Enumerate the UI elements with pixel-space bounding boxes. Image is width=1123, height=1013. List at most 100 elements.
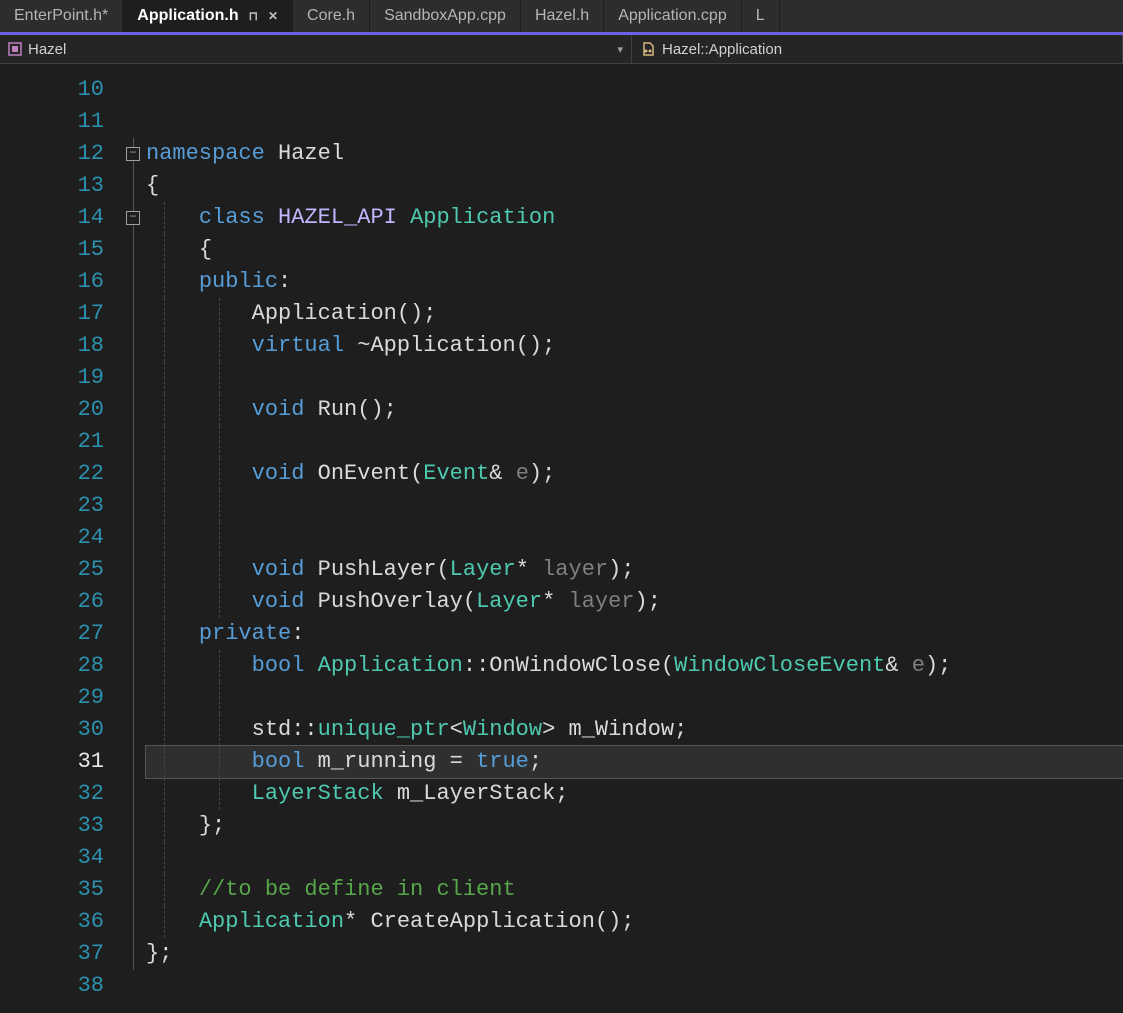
token-id: Run — [318, 397, 358, 422]
tab-enterpoint-h-[interactable]: EnterPoint.h* — [0, 0, 123, 32]
fold-cell — [120, 458, 146, 490]
line-number: 29 — [0, 682, 104, 714]
code-area[interactable]: namespace Hazel{ class HAZEL_API Applica… — [146, 64, 1123, 1013]
line-number: 37 — [0, 938, 104, 970]
token-type: Application — [199, 909, 344, 934]
tab-label: SandboxApp.cpp — [384, 7, 506, 25]
code-line[interactable] — [146, 522, 1123, 554]
code-line[interactable]: std::unique_ptr<Window> m_Window; — [146, 714, 1123, 746]
code-line[interactable]: Application(); — [146, 298, 1123, 330]
code-line[interactable] — [146, 970, 1123, 1002]
token-dim: layer — [542, 557, 608, 582]
code-line[interactable] — [146, 362, 1123, 394]
fold-toggle-icon[interactable]: − — [126, 147, 140, 161]
tab-hazel-h[interactable]: Hazel.h — [521, 0, 604, 32]
code-line[interactable]: class HAZEL_API Application — [146, 202, 1123, 234]
scope-namespace-dropdown[interactable]: Hazel ▾ — [0, 35, 632, 63]
token-id: PushOverlay — [318, 589, 463, 614]
code-line[interactable]: void PushLayer(Layer* layer); — [146, 554, 1123, 586]
code-line[interactable]: //to be define in client — [146, 874, 1123, 906]
line-number: 17 — [0, 298, 104, 330]
indent-guide — [164, 458, 165, 490]
close-icon[interactable]: ✕ — [268, 9, 278, 23]
fold-cell[interactable]: − — [120, 138, 146, 170]
fold-cell — [120, 618, 146, 650]
code-line[interactable]: Application* CreateApplication(); — [146, 906, 1123, 938]
token-dim: e — [516, 461, 529, 486]
fold-cell — [120, 426, 146, 458]
line-number: 15 — [0, 234, 104, 266]
token-punc: & — [489, 461, 515, 486]
token-id: m_Window — [569, 717, 675, 742]
token-id: Application — [252, 301, 397, 326]
token-punc — [304, 589, 317, 614]
code-line[interactable] — [146, 842, 1123, 874]
code-line[interactable]: void PushOverlay(Layer* layer); — [146, 586, 1123, 618]
tab-sandboxapp-cpp[interactable]: SandboxApp.cpp — [370, 0, 521, 32]
fold-column[interactable]: −− — [120, 64, 146, 1013]
fold-cell — [120, 906, 146, 938]
indent-guide — [164, 202, 165, 234]
code-line[interactable]: }; — [146, 938, 1123, 970]
code-line[interactable]: }; — [146, 810, 1123, 842]
indent-guide — [219, 298, 220, 330]
token-punc — [265, 205, 278, 230]
token-kw: void — [252, 461, 305, 486]
fold-cell — [120, 394, 146, 426]
indent-guide — [164, 586, 165, 618]
fold-cell — [120, 714, 146, 746]
token-id: Application — [370, 333, 515, 358]
code-line[interactable] — [146, 106, 1123, 138]
fold-toggle-icon[interactable]: − — [126, 211, 140, 225]
line-number: 26 — [0, 586, 104, 618]
fold-cell — [120, 938, 146, 970]
code-line[interactable]: LayerStack m_LayerStack; — [146, 778, 1123, 810]
tab-label: Core.h — [307, 7, 355, 25]
scope-class-dropdown[interactable]: Hazel::Application — [632, 35, 1123, 63]
code-line[interactable]: bool Application::OnWindowClose(WindowCl… — [146, 650, 1123, 682]
indent-guide — [219, 650, 220, 682]
token-punc: ( — [463, 589, 476, 614]
indent-guide — [219, 746, 220, 778]
code-editor[interactable]: 1011121314151617181920212223242526272829… — [0, 64, 1123, 1013]
code-line[interactable]: private: — [146, 618, 1123, 650]
token-punc: (); — [397, 301, 437, 326]
indent-guide — [219, 682, 220, 714]
token-punc — [304, 461, 317, 486]
token-id: OnWindowClose — [489, 653, 661, 678]
pin-icon[interactable]: ⊓ — [249, 9, 258, 23]
code-line[interactable]: virtual ~Application(); — [146, 330, 1123, 362]
line-number: 22 — [0, 458, 104, 490]
tab-application-cpp[interactable]: Application.cpp — [604, 0, 742, 32]
token-type: Window — [463, 717, 542, 742]
code-line[interactable] — [146, 490, 1123, 522]
code-line[interactable]: void OnEvent(Event& e); — [146, 458, 1123, 490]
token-punc: (); — [595, 909, 635, 934]
line-number: 24 — [0, 522, 104, 554]
tab-application-h[interactable]: Application.h⊓✕ — [123, 0, 293, 32]
indent-guide — [164, 554, 165, 586]
token-type: WindowCloseEvent — [674, 653, 885, 678]
line-number: 32 — [0, 778, 104, 810]
code-line[interactable]: { — [146, 234, 1123, 266]
fold-cell[interactable]: − — [120, 202, 146, 234]
token-kw: namespace — [146, 141, 265, 166]
token-id: std — [252, 717, 292, 742]
indent-guide — [164, 330, 165, 362]
code-line[interactable]: public: — [146, 266, 1123, 298]
code-line[interactable]: namespace Hazel — [146, 138, 1123, 170]
indent-guide — [164, 266, 165, 298]
code-line[interactable]: void Run(); — [146, 394, 1123, 426]
code-line[interactable]: { — [146, 170, 1123, 202]
fold-cell — [120, 266, 146, 298]
scope-bar: Hazel ▾ Hazel::Application — [0, 35, 1123, 64]
code-line[interactable] — [146, 74, 1123, 106]
code-line[interactable] — [146, 426, 1123, 458]
tab-core-h[interactable]: Core.h — [293, 0, 370, 32]
token-kw: void — [252, 557, 305, 582]
indent-guide — [164, 778, 165, 810]
indent-guide — [219, 490, 220, 522]
tab-l[interactable]: L — [742, 0, 780, 32]
code-line[interactable]: bool m_running = true; — [146, 746, 1123, 778]
code-line[interactable] — [146, 682, 1123, 714]
